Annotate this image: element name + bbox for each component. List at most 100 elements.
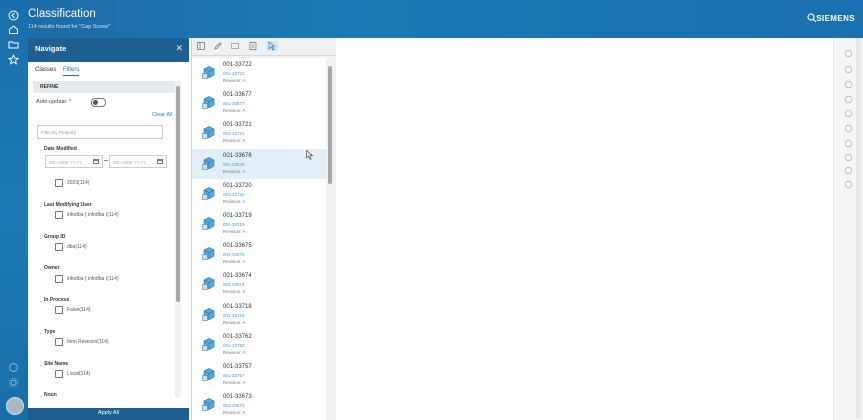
checkbox-2023[interactable] bbox=[55, 179, 63, 187]
list-icon[interactable] bbox=[231, 42, 239, 50]
item-name: 001-33720 bbox=[223, 191, 245, 197]
chevron-down-icon[interactable]: ⌄ bbox=[39, 266, 42, 271]
calendar-icon[interactable] bbox=[157, 159, 163, 164]
filter-by-property-input[interactable]: Filter By Property bbox=[37, 125, 163, 139]
item-id[interactable]: 001-33677 bbox=[223, 92, 252, 98]
item-revision: Revision: A bbox=[223, 349, 246, 355]
list-item[interactable]: 001-33719 001-33719 Revision: A bbox=[192, 209, 326, 239]
item-id[interactable]: 001-33720 bbox=[223, 183, 252, 189]
filter-placeholder: Filter By Property bbox=[41, 130, 76, 135]
list-item[interactable]: 001-33721 001-33721 Revision: A bbox=[192, 118, 326, 149]
part-icon bbox=[202, 277, 215, 291]
clear-all-link[interactable]: Clear All bbox=[152, 112, 172, 118]
page-scrollbar[interactable] bbox=[856, 38, 861, 418]
item-name: 001-33762 bbox=[223, 342, 245, 348]
item-id[interactable]: 001-33676 bbox=[223, 153, 252, 159]
chevron-down-icon[interactable]: ⌄ bbox=[39, 235, 42, 240]
list-item[interactable]: 001-33674 001-33674 Revision: A bbox=[192, 269, 326, 300]
section-date-modified[interactable]: Date Modified bbox=[44, 146, 77, 152]
chevron-down-icon[interactable]: ⌄ bbox=[39, 147, 42, 152]
date-range-separator bbox=[104, 160, 108, 161]
item-revision: Revision: A bbox=[223, 198, 246, 204]
section-site-name[interactable]: Site Name bbox=[44, 361, 68, 367]
auto-update-toggle[interactable] bbox=[91, 98, 106, 107]
part-icon bbox=[202, 247, 215, 260]
date-to-input[interactable]: DD-MMM-YYYY bbox=[109, 155, 167, 168]
item-id[interactable]: 001-33757 bbox=[223, 364, 252, 370]
close-icon[interactable]: ✕ bbox=[175, 43, 183, 54]
list-item[interactable]: 001-33675 001-33675 Revision: A bbox=[192, 239, 326, 270]
item-id[interactable]: 001-33719 bbox=[223, 213, 252, 219]
list-item[interactable]: 001-33757 001-33757 Revision: A bbox=[192, 360, 326, 390]
mouse-cursor-icon bbox=[306, 150, 314, 160]
section-last-modifying-user[interactable]: Last Modifying User bbox=[44, 202, 92, 208]
checkbox-type[interactable] bbox=[55, 338, 63, 346]
item-id[interactable]: 001-33762 bbox=[223, 334, 252, 340]
item-id[interactable]: 001-33722 bbox=[223, 62, 252, 68]
checkbox-in-process[interactable] bbox=[55, 306, 63, 314]
star-icon[interactable] bbox=[8, 54, 19, 65]
global-navigation bbox=[0, 0, 28, 420]
copy-icon[interactable] bbox=[844, 95, 853, 104]
checkbox-last-modifying-user[interactable] bbox=[55, 211, 63, 219]
chevron-down-icon[interactable]: ⌄ bbox=[39, 298, 42, 303]
avatar[interactable] bbox=[6, 397, 24, 415]
chevron-down-icon[interactable]: ⌄ bbox=[39, 330, 42, 335]
layout-icon[interactable] bbox=[197, 42, 205, 50]
folder-icon[interactable] bbox=[8, 39, 19, 50]
checkbox-owner[interactable] bbox=[55, 275, 63, 283]
tools-icon[interactable] bbox=[844, 153, 853, 162]
back-arrow-icon[interactable] bbox=[8, 10, 19, 21]
list-item[interactable]: 001-33673 001-33673 Revision: A bbox=[192, 390, 326, 420]
table-icon[interactable] bbox=[249, 42, 257, 50]
item-revision: Revision: A bbox=[223, 410, 246, 416]
date-from-placeholder: DD-MMM-YYYY bbox=[49, 159, 82, 165]
section-group-id[interactable]: Group ID bbox=[44, 234, 65, 240]
folder-icon[interactable] bbox=[844, 109, 853, 118]
edit-icon[interactable] bbox=[214, 42, 222, 50]
checkbox-site-name[interactable] bbox=[55, 370, 63, 378]
section-type[interactable]: Type bbox=[44, 329, 55, 335]
date-from-input[interactable]: DD-MMM-YYYY bbox=[45, 155, 103, 168]
list-item[interactable]: 001-33677 001-33677 Revision: A bbox=[192, 88, 326, 119]
help-icon[interactable] bbox=[8, 362, 19, 373]
part-icon bbox=[202, 398, 215, 411]
list-item[interactable]: 001-33722 001-33722 Revision: A bbox=[192, 58, 326, 88]
settings-icon[interactable] bbox=[8, 377, 19, 388]
item-id[interactable]: 001-33721 bbox=[223, 122, 252, 128]
checkbox-group-id[interactable] bbox=[55, 243, 63, 251]
edit-icon[interactable] bbox=[844, 139, 853, 148]
add-icon[interactable] bbox=[844, 124, 853, 133]
tab-classes[interactable]: Classes bbox=[35, 67, 56, 73]
item-id[interactable]: 001-33675 bbox=[223, 243, 252, 249]
item-id[interactable]: 001-33673 bbox=[223, 394, 252, 400]
apply-all-button[interactable]: Apply All bbox=[28, 408, 189, 420]
home-icon[interactable] bbox=[8, 24, 19, 35]
share-icon[interactable] bbox=[844, 166, 853, 175]
list-item[interactable]: 001-33718 001-33718 Revision: A bbox=[192, 299, 326, 330]
info-icon[interactable] bbox=[844, 49, 853, 58]
chevron-down-icon[interactable]: ⌄ bbox=[39, 393, 42, 398]
list-item[interactable]: 001-33762 001-33762 Revision: A bbox=[192, 329, 326, 360]
pin-icon[interactable] bbox=[844, 80, 853, 89]
item-name: 001-33675 bbox=[223, 252, 245, 258]
list-item[interactable]: 001-33720 001-33720 Revision: A bbox=[192, 178, 326, 209]
select-icon[interactable] bbox=[266, 41, 278, 51]
item-name: 001-33722 bbox=[223, 71, 245, 76]
chevron-down-icon[interactable]: ⌄ bbox=[39, 203, 42, 208]
results-scrollbar[interactable] bbox=[328, 66, 332, 184]
option-owner: infodba ( infodba )(114) bbox=[67, 276, 119, 282]
calendar-icon[interactable] bbox=[93, 159, 99, 164]
section-in-process[interactable]: In Process bbox=[44, 297, 69, 303]
view-icon[interactable] bbox=[844, 180, 853, 189]
part-icon bbox=[202, 66, 215, 79]
item-id[interactable]: 001-33674 bbox=[223, 273, 252, 279]
section-owner[interactable]: Owner bbox=[44, 265, 60, 271]
item-name: 001-33721 bbox=[223, 131, 245, 137]
tab-filters[interactable]: Filters bbox=[63, 67, 80, 76]
item-id[interactable]: 001-33718 bbox=[223, 304, 252, 310]
expand-icon[interactable] bbox=[844, 65, 853, 74]
navigate-scrollbar[interactable] bbox=[176, 86, 180, 302]
chevron-down-icon[interactable]: ⌄ bbox=[39, 362, 42, 367]
section-noun[interactable]: Noun bbox=[44, 392, 57, 398]
